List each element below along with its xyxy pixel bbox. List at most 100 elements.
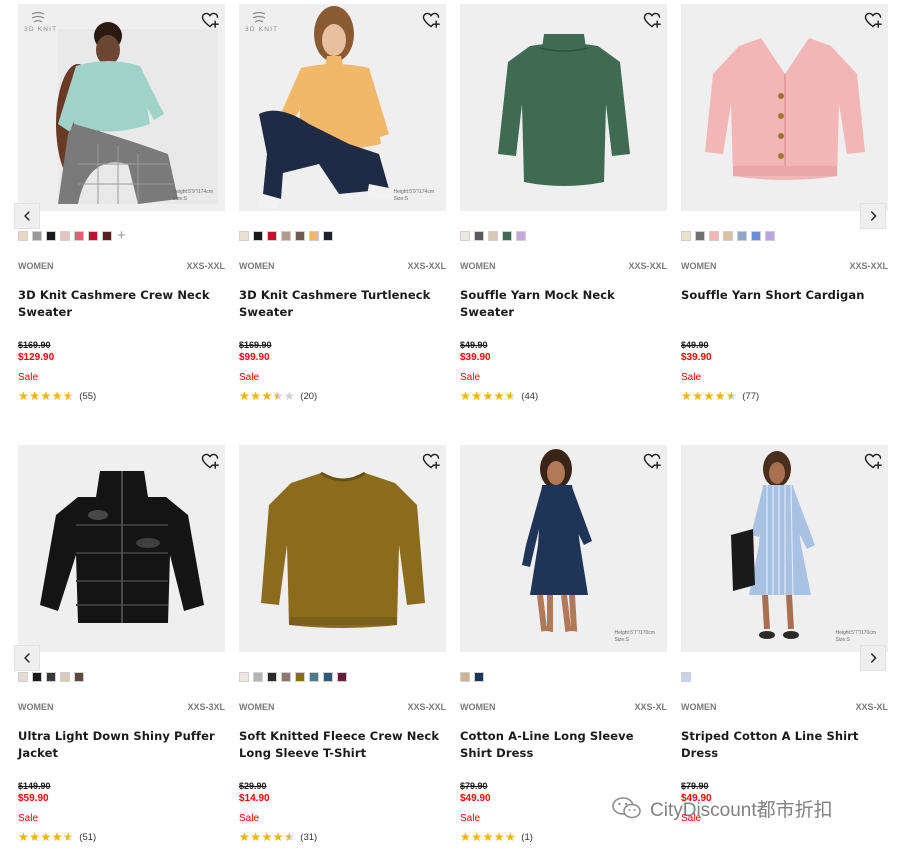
color-swatch[interactable] [18, 672, 28, 682]
product-card[interactable]: Height:5'7"/170cm Size:S WOMEN XXS-XL Cotton… [460, 445, 667, 844]
wishlist-heart-plus-icon[interactable] [864, 452, 882, 470]
color-swatch[interactable] [74, 231, 84, 241]
color-swatch[interactable] [309, 231, 319, 241]
color-swatch[interactable] [460, 672, 470, 682]
rating[interactable]: ★★★★★ ★★★★★ (1) [460, 830, 533, 844]
gender-label: WOMEN [460, 702, 496, 712]
color-swatch[interactable] [337, 672, 347, 682]
product-card[interactable]: WOMEN XXS-3XL Ultra Light Down Shiny Puffe… [18, 445, 225, 844]
color-swatch[interactable] [474, 231, 484, 241]
wishlist-heart-plus-icon[interactable] [643, 452, 661, 470]
rating[interactable]: ★★★★★★★★★★ (20) [239, 389, 317, 403]
sale-price: $99.90 [239, 352, 270, 363]
color-swatch[interactable] [253, 231, 263, 241]
color-swatch[interactable] [253, 672, 263, 682]
wishlist-heart-plus-icon[interactable] [201, 452, 219, 470]
color-swatch[interactable] [267, 672, 277, 682]
product-name[interactable]: Souffle Yarn Short Cardigan [681, 287, 888, 304]
review-count[interactable]: (77) [742, 391, 759, 402]
review-count[interactable]: (51) [79, 832, 96, 843]
color-swatch[interactable] [60, 672, 70, 682]
product-name[interactable]: Striped Cotton A Line Shirt Dress [681, 728, 888, 762]
color-swatch[interactable] [239, 672, 249, 682]
review-count[interactable]: (1) [521, 832, 533, 843]
review-count[interactable]: (31) [300, 832, 317, 843]
product-name[interactable]: Ultra Light Down Shiny Puffer Jacket [18, 728, 225, 762]
product-name[interactable]: Soft Knitted Fleece Crew Neck Long Sleev… [239, 728, 446, 762]
color-swatches [239, 670, 347, 684]
product-card[interactable]: Height:5'7"/170cm Size:S WOMEN XXS-XL Stripe… [681, 445, 888, 824]
product-name[interactable]: Souffle Yarn Mock Neck Sweater [460, 287, 667, 321]
more-colors-plus-icon[interactable]: + [117, 228, 126, 243]
color-swatch[interactable] [32, 672, 42, 682]
color-swatch[interactable] [295, 672, 305, 682]
product-card[interactable]: WOMEN XXS-XXL Soft Knitted Fleece Crew Nec… [239, 445, 446, 844]
color-swatch[interactable] [46, 231, 56, 241]
product-image[interactable] [681, 4, 888, 211]
stars-filled: ★★★★★ [18, 389, 69, 403]
review-count[interactable]: (20) [300, 391, 317, 402]
color-swatch[interactable] [695, 231, 705, 241]
product-image[interactable]: Height:5'7"/170cm Size:S [460, 445, 667, 652]
product-image[interactable]: 3D KNIT Height:5'9"/174cm Size:S [18, 4, 225, 211]
color-swatch[interactable] [681, 231, 691, 241]
color-swatch[interactable] [516, 231, 526, 241]
rating[interactable]: ★★★★★★★★★★ (55) [18, 389, 96, 403]
product-image[interactable] [239, 445, 446, 652]
carousel-prev-chevron-left-icon[interactable] [14, 203, 40, 229]
wishlist-heart-plus-icon[interactable] [422, 452, 440, 470]
rating[interactable]: ★★★★★★★★★★ (31) [239, 830, 317, 844]
wishlist-heart-plus-icon[interactable] [422, 11, 440, 29]
color-swatch[interactable] [60, 231, 70, 241]
color-swatch[interactable] [488, 231, 498, 241]
rating[interactable]: ★★★★★★★★★★ (44) [460, 389, 538, 403]
color-swatch[interactable] [32, 231, 42, 241]
color-swatch[interactable] [239, 231, 249, 241]
product-image[interactable]: 3D KNIT Height:5'9"/174cm Size:S [239, 4, 446, 211]
product-image[interactable]: Height:5'7"/170cm Size:S [681, 445, 888, 652]
color-swatch[interactable] [102, 231, 112, 241]
product-card[interactable]: WOMEN XXS-XXL Souffle Yarn Short Cardigan $… [681, 4, 888, 403]
product-card[interactable]: WOMEN XXS-XXL Souffle Yarn Mock Neck Sweat… [460, 4, 667, 403]
carousel-prev-chevron-left-icon[interactable] [14, 645, 40, 671]
color-swatch[interactable] [737, 231, 747, 241]
color-swatch[interactable] [323, 672, 333, 682]
color-swatch[interactable] [74, 672, 84, 682]
color-swatch[interactable] [46, 672, 56, 682]
product-photo [705, 38, 865, 180]
carousel-next-chevron-right-icon[interactable] [860, 645, 886, 671]
color-swatch[interactable] [474, 672, 484, 682]
color-swatch[interactable] [502, 231, 512, 241]
color-swatch[interactable] [323, 231, 333, 241]
product-name[interactable]: 3D Knit Cashmere Crew Neck Sweater [18, 287, 225, 321]
wishlist-heart-plus-icon[interactable] [864, 11, 882, 29]
model-info-line: Size:S [172, 196, 187, 202]
wishlist-heart-plus-icon[interactable] [643, 11, 661, 29]
color-swatch[interactable] [88, 231, 98, 241]
color-swatch[interactable] [309, 672, 319, 682]
review-count[interactable]: (44) [521, 391, 538, 402]
color-swatch[interactable] [709, 231, 719, 241]
product-name[interactable]: 3D Knit Cashmere Turtleneck Sweater [239, 287, 446, 321]
product-name[interactable]: Cotton A-Line Long Sleeve Shirt Dress [460, 728, 667, 762]
rating[interactable]: ★★★★★★★★★★ (77) [681, 389, 759, 403]
wishlist-heart-plus-icon[interactable] [201, 11, 219, 29]
product-card[interactable]: 3D KNIT Height:5'9"/174cm Size:S WOMEN XXS-X… [239, 4, 446, 403]
color-swatch[interactable] [267, 231, 277, 241]
color-swatch[interactable] [281, 231, 291, 241]
color-swatch[interactable] [281, 672, 291, 682]
color-swatches [460, 670, 484, 684]
product-card[interactable]: 3D KNIT Height:5'9"/174cm Size:S + WOMEN XXS-… [18, 4, 225, 403]
carousel-next-chevron-right-icon[interactable] [860, 203, 886, 229]
color-swatch[interactable] [723, 231, 733, 241]
color-swatch[interactable] [751, 231, 761, 241]
color-swatch[interactable] [765, 231, 775, 241]
color-swatch[interactable] [295, 231, 305, 241]
color-swatch[interactable] [681, 672, 691, 682]
color-swatch[interactable] [18, 231, 28, 241]
product-image[interactable] [460, 4, 667, 211]
product-image[interactable] [18, 445, 225, 652]
color-swatch[interactable] [460, 231, 470, 241]
rating[interactable]: ★★★★★★★★★★ (51) [18, 830, 96, 844]
review-count[interactable]: (55) [79, 391, 96, 402]
